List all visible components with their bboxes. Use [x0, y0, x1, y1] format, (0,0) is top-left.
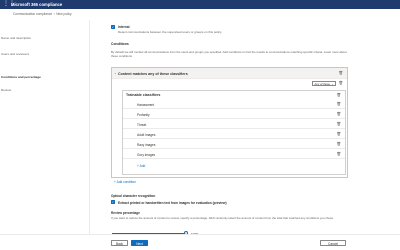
delete-condition-icon[interactable]: 🗑 [338, 71, 343, 75]
delete-classifier-icon[interactable]: 🗑 [336, 132, 341, 136]
conditions-description: By default we will monitor all communica… [111, 50, 347, 59]
classifier-row: Gory images 🗑 [123, 150, 345, 159]
classifier-row: Threat 🗑 [123, 120, 345, 129]
chevron-down-icon[interactable]: ⌄ [114, 71, 117, 75]
classifier-label: Harassment [137, 102, 155, 107]
ocr-checkbox[interactable]: ✓ [111, 200, 115, 204]
delete-classifier-icon[interactable]: 🗑 [336, 152, 341, 156]
step-users-and-reviewers[interactable]: Users and reviewers [1, 52, 29, 56]
classifier-row: Racy images 🗑 [123, 140, 345, 149]
breadcrumb-separator-icon: › [53, 12, 55, 16]
delete-classifier-group-icon[interactable]: 🗑 [336, 93, 341, 97]
breadcrumb: Communication compliance › New policy [13, 12, 72, 16]
ocr-heading: Optical character recognition [111, 194, 156, 198]
review-percentage-description: If you want to reduce the amount of cont… [111, 216, 334, 220]
delete-group-icon[interactable]: 🗑 [338, 81, 343, 85]
classifier-label: Racy images [137, 142, 156, 147]
wizard-step-nav: Name and description Users and reviewers… [0, 20, 90, 240]
breadcrumb-item[interactable]: Communication compliance [13, 12, 52, 16]
breadcrumb-item-current: New policy [56, 12, 72, 16]
add-classifier-label: Add [139, 164, 146, 168]
back-button[interactable]: Back [111, 240, 128, 246]
step-conditions-and-percentage[interactable]: Conditions and percentage [1, 75, 41, 79]
chevron-down-icon: ⌄ [331, 81, 334, 86]
classifier-label: Adult images [137, 132, 156, 137]
add-classifier-link[interactable]: + Add [137, 164, 145, 168]
delete-classifier-icon[interactable]: 🗑 [336, 112, 341, 116]
classifier-label: Gory images [137, 152, 156, 157]
condition-title: Content matches any of these classifiers [118, 71, 188, 76]
step-review[interactable]: Review [1, 88, 11, 92]
trainable-classifiers-title: Trainable classifiers [126, 93, 161, 97]
wizard-footer: Back Next Cancel [0, 234, 400, 250]
step-name-and-description[interactable]: Name and description [1, 36, 31, 40]
delete-classifier-icon[interactable]: 🗑 [336, 142, 341, 146]
next-button[interactable]: Next [131, 240, 148, 246]
review-percentage-heading: Review percentage [111, 211, 140, 215]
ocr-label: Extract printed or handwritten text from… [118, 200, 227, 205]
operator-dropdown[interactable]: Any of these ⌄ [312, 80, 336, 86]
add-condition-label: Add condition [116, 180, 136, 184]
conditions-heading: Conditions [111, 42, 129, 46]
internal-label: Internal [118, 25, 130, 29]
add-condition-link[interactable]: + Add condition [114, 180, 136, 184]
condition-card-header[interactable]: ⌄ Content matches any of these classifie… [112, 68, 347, 79]
classifier-row: Profanity 🗑 [123, 110, 345, 119]
condition-card: ⌄ Content matches any of these classifie… [111, 67, 348, 178]
operator-dropdown-value: Any of these [314, 81, 331, 86]
app-header: ⋮⋮ Microsoft 365 compliance [0, 0, 400, 9]
classifier-row: Harassment 🗑 [123, 100, 345, 109]
internal-description: Detect communications between the superv… [118, 30, 223, 34]
classifier-label: Profanity [137, 112, 150, 117]
delete-classifier-icon[interactable]: 🗑 [336, 122, 341, 126]
trainable-classifiers-group: Trainable classifiers 🗑 Harassment 🗑 Pro… [122, 90, 346, 175]
classifier-label: Threat [137, 122, 147, 127]
app-title[interactable]: Microsoft 365 compliance [11, 2, 62, 7]
internal-checkbox[interactable]: ✓ [111, 25, 115, 29]
classifier-row: Adult images 🗑 [123, 130, 345, 139]
delete-classifier-icon[interactable]: 🗑 [336, 102, 341, 106]
cancel-button[interactable]: Cancel [320, 240, 346, 246]
